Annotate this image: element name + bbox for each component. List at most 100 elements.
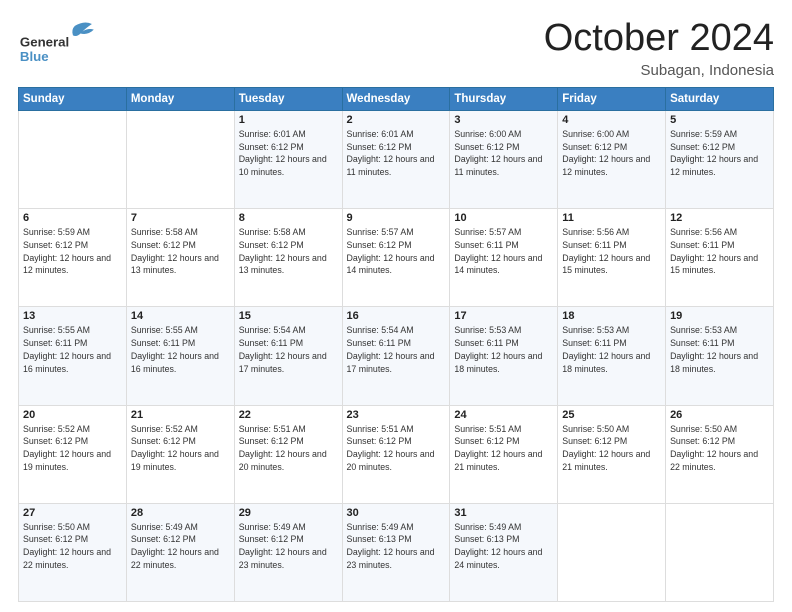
day-number: 2: [347, 114, 446, 126]
day-info: Sunrise: 5:54 AMSunset: 6:11 PMDaylight:…: [239, 324, 338, 375]
calendar-day-21: 21 Sunrise: 5:52 AMSunset: 6:12 PMDayligh…: [126, 405, 234, 503]
day-number: 13: [23, 310, 122, 322]
calendar-header-monday: Monday: [126, 87, 234, 110]
calendar-day-11: 11Sunrise: 5:56 AMSunset: 6:11 PMDayligh…: [558, 209, 666, 307]
calendar-week-row: 20 Sunrise: 5:52 AMSunset: 6:12 PMDayligh…: [19, 405, 774, 503]
calendar-empty-cell: [666, 503, 774, 601]
day-info: Sunrise: 5:50 AMSunset: 6:12 PMDaylight:…: [562, 423, 661, 474]
calendar-empty-cell: [558, 503, 666, 601]
day-number: 9: [347, 212, 446, 224]
calendar-day-29: 29Sunrise: 5:49 AMSunset: 6:12 PMDayligh…: [234, 503, 342, 601]
day-number: 3: [454, 114, 553, 126]
calendar-day-3: 3 Sunrise: 6:00 AMSunset: 6:12 PMDaylight…: [450, 110, 558, 208]
day-number: 8: [239, 212, 338, 224]
day-info: Sunrise: 5:53 AMSunset: 6:11 PMDaylight:…: [670, 324, 769, 375]
day-number: 25: [562, 409, 661, 421]
title-block: October 2024 Subagan, Indonesia: [544, 18, 774, 79]
calendar-header-tuesday: Tuesday: [234, 87, 342, 110]
calendar-header-row: SundayMondayTuesdayWednesdayThursdayFrid…: [19, 87, 774, 110]
calendar-week-row: 27 Sunrise: 5:50 AMSunset: 6:12 PMDayligh…: [19, 503, 774, 601]
day-number: 10: [454, 212, 553, 224]
day-number: 30: [347, 507, 446, 519]
day-number: 7: [131, 212, 230, 224]
calendar-day-9: 9 Sunrise: 5:57 AMSunset: 6:12 PMDaylight…: [342, 209, 450, 307]
day-info: Sunrise: 5:53 AMSunset: 6:11 PMDaylight:…: [454, 324, 553, 375]
calendar-day-10: 10Sunrise: 5:57 AMSunset: 6:11 PMDayligh…: [450, 209, 558, 307]
calendar-day-28: 28 Sunrise: 5:49 AMSunset: 6:12 PMDayligh…: [126, 503, 234, 601]
day-number: 4: [562, 114, 661, 126]
day-info: Sunrise: 5:56 AMSunset: 6:11 PMDaylight:…: [670, 226, 769, 277]
day-number: 1: [239, 114, 338, 126]
calendar-day-4: 4 Sunrise: 6:00 AMSunset: 6:12 PMDaylight…: [558, 110, 666, 208]
calendar-day-27: 27 Sunrise: 5:50 AMSunset: 6:12 PMDayligh…: [19, 503, 127, 601]
day-info: Sunrise: 5:49 AMSunset: 6:12 PMDaylight:…: [239, 521, 338, 572]
day-number: 20: [23, 409, 122, 421]
day-info: Sunrise: 5:50 AMSunset: 6:12 PMDaylight:…: [23, 521, 122, 572]
month-title: October 2024: [544, 18, 774, 60]
calendar-day-19: 19Sunrise: 5:53 AMSunset: 6:11 PMDayligh…: [666, 307, 774, 405]
calendar-day-16: 16Sunrise: 5:54 AMSunset: 6:11 PMDayligh…: [342, 307, 450, 405]
day-info: Sunrise: 6:00 AMSunset: 6:12 PMDaylight:…: [562, 128, 661, 179]
day-number: 22: [239, 409, 338, 421]
calendar-header-saturday: Saturday: [666, 87, 774, 110]
day-number: 23: [347, 409, 446, 421]
day-info: Sunrise: 5:57 AMSunset: 6:12 PMDaylight:…: [347, 226, 446, 277]
day-info: Sunrise: 5:55 AMSunset: 6:11 PMDaylight:…: [23, 324, 122, 375]
page: General Blue October 2024 Subagan, Indon…: [0, 0, 792, 612]
day-info: Sunrise: 6:01 AMSunset: 6:12 PMDaylight:…: [239, 128, 338, 179]
calendar-day-12: 12 Sunrise: 5:56 AMSunset: 6:11 PMDayligh…: [666, 209, 774, 307]
day-number: 11: [562, 212, 661, 224]
day-number: 5: [670, 114, 769, 126]
day-number: 17: [454, 310, 553, 322]
calendar-header-wednesday: Wednesday: [342, 87, 450, 110]
day-info: Sunrise: 5:49 AMSunset: 6:12 PMDaylight:…: [131, 521, 230, 572]
day-info: Sunrise: 5:49 AMSunset: 6:13 PMDaylight:…: [347, 521, 446, 572]
calendar-day-8: 8 Sunrise: 5:58 AMSunset: 6:12 PMDaylight…: [234, 209, 342, 307]
day-number: 12: [670, 212, 769, 224]
calendar-day-2: 2Sunrise: 6:01 AMSunset: 6:12 PMDaylight…: [342, 110, 450, 208]
calendar-day-15: 15 Sunrise: 5:54 AMSunset: 6:11 PMDayligh…: [234, 307, 342, 405]
day-info: Sunrise: 5:58 AMSunset: 6:12 PMDaylight:…: [239, 226, 338, 277]
day-info: Sunrise: 5:51 AMSunset: 6:12 PMDaylight:…: [454, 423, 553, 474]
calendar-day-31: 31 Sunrise: 5:49 AMSunset: 6:13 PMDayligh…: [450, 503, 558, 601]
calendar-day-6: 6 Sunrise: 5:59 AMSunset: 6:12 PMDaylight…: [19, 209, 127, 307]
location: Subagan, Indonesia: [544, 62, 774, 79]
logo-svg: General Blue: [18, 18, 108, 66]
calendar-day-17: 17 Sunrise: 5:53 AMSunset: 6:11 PMDayligh…: [450, 307, 558, 405]
day-info: Sunrise: 5:52 AMSunset: 6:12 PMDaylight:…: [131, 423, 230, 474]
day-number: 21: [131, 409, 230, 421]
day-number: 16: [347, 310, 446, 322]
calendar-week-row: 6 Sunrise: 5:59 AMSunset: 6:12 PMDaylight…: [19, 209, 774, 307]
calendar-day-25: 25 Sunrise: 5:50 AMSunset: 6:12 PMDayligh…: [558, 405, 666, 503]
day-info: Sunrise: 5:51 AMSunset: 6:12 PMDaylight:…: [347, 423, 446, 474]
day-info: Sunrise: 5:59 AMSunset: 6:12 PMDaylight:…: [23, 226, 122, 277]
day-info: Sunrise: 5:49 AMSunset: 6:13 PMDaylight:…: [454, 521, 553, 572]
day-number: 15: [239, 310, 338, 322]
day-number: 27: [23, 507, 122, 519]
calendar-day-26: 26Sunrise: 5:50 AMSunset: 6:12 PMDayligh…: [666, 405, 774, 503]
day-number: 18: [562, 310, 661, 322]
calendar-day-13: 13 Sunrise: 5:55 AMSunset: 6:11 PMDayligh…: [19, 307, 127, 405]
svg-text:Blue: Blue: [20, 49, 49, 64]
calendar-week-row: 13 Sunrise: 5:55 AMSunset: 6:11 PMDayligh…: [19, 307, 774, 405]
calendar-day-7: 7 Sunrise: 5:58 AMSunset: 6:12 PMDaylight…: [126, 209, 234, 307]
day-info: Sunrise: 5:50 AMSunset: 6:12 PMDaylight:…: [670, 423, 769, 474]
calendar-header-thursday: Thursday: [450, 87, 558, 110]
calendar-empty-cell: [19, 110, 127, 208]
calendar-week-row: 1 Sunrise: 6:01 AMSunset: 6:12 PMDaylight…: [19, 110, 774, 208]
day-number: 28: [131, 507, 230, 519]
day-number: 6: [23, 212, 122, 224]
calendar-day-20: 20 Sunrise: 5:52 AMSunset: 6:12 PMDayligh…: [19, 405, 127, 503]
header: General Blue October 2024 Subagan, Indon…: [18, 18, 774, 79]
calendar-day-22: 22Sunrise: 5:51 AMSunset: 6:12 PMDayligh…: [234, 405, 342, 503]
calendar-header-sunday: Sunday: [19, 87, 127, 110]
day-info: Sunrise: 5:52 AMSunset: 6:12 PMDaylight:…: [23, 423, 122, 474]
day-info: Sunrise: 5:53 AMSunset: 6:11 PMDaylight:…: [562, 324, 661, 375]
day-number: 14: [131, 310, 230, 322]
calendar-day-14: 14Sunrise: 5:55 AMSunset: 6:11 PMDayligh…: [126, 307, 234, 405]
calendar-day-24: 24Sunrise: 5:51 AMSunset: 6:12 PMDayligh…: [450, 405, 558, 503]
day-number: 31: [454, 507, 553, 519]
svg-text:General: General: [20, 35, 69, 50]
day-info: Sunrise: 6:00 AMSunset: 6:12 PMDaylight:…: [454, 128, 553, 179]
day-info: Sunrise: 5:58 AMSunset: 6:12 PMDaylight:…: [131, 226, 230, 277]
